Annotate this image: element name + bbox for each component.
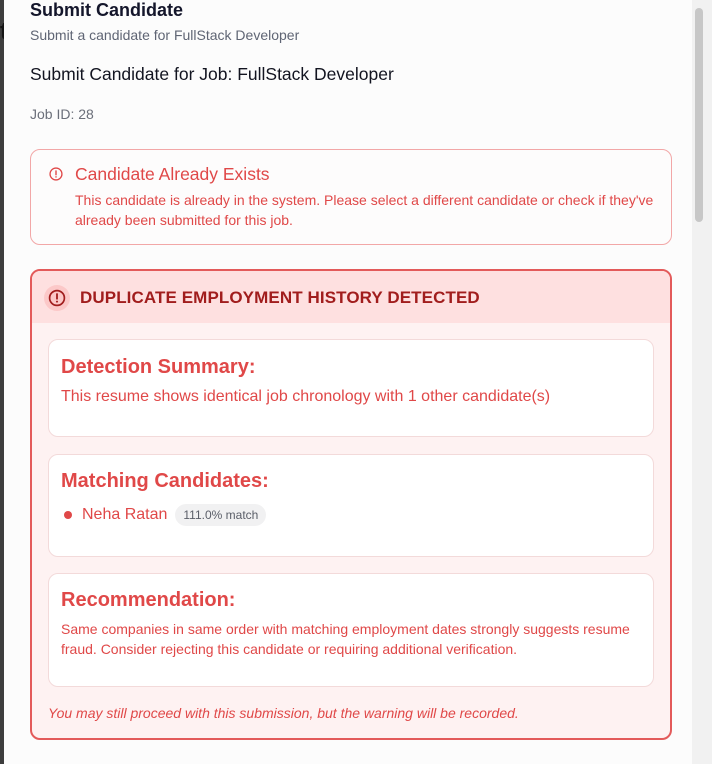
job-heading: Submit Candidate for Job: FullStack Deve…: [30, 64, 394, 84]
recommendation-heading: Recommendation:: [61, 589, 236, 611]
duplicate-history-panel: DUPLICATE EMPLOYMENT HISTORY DETECTED De…: [30, 269, 672, 740]
alert-circle-icon: [49, 167, 63, 181]
alert-title: Candidate Already Exists: [75, 164, 270, 184]
list-item: Neha Ratan 111.0% match: [64, 503, 267, 527]
match-badge: 111.0% match: [175, 504, 267, 526]
dialog-title: Submit Candidate: [30, 0, 184, 20]
alert-circle-icon: [44, 285, 70, 311]
scrollbar-thumb[interactable]: [695, 8, 703, 222]
alert-message: This candidate is already in the system.…: [75, 192, 654, 228]
matching-candidates-heading: Matching Candidates:: [61, 470, 269, 492]
detection-summary-heading: Detection Summary:: [61, 356, 256, 378]
bullet-icon: [64, 511, 72, 519]
duplicate-panel-title: DUPLICATE EMPLOYMENT HISTORY DETECTED: [80, 288, 480, 307]
submit-candidate-dialog: Submit Candidate Submit a candidate for …: [4, 0, 692, 764]
matching-candidates-card: Matching Candidates: Neha Ratan 111.0% m…: [48, 454, 654, 557]
recommendation-text: Same companies in same order with matchi…: [61, 621, 630, 657]
candidate-exists-alert: Candidate Already Exists This candidate …: [30, 149, 672, 245]
detection-summary-text: This resume shows identical job chronolo…: [61, 388, 551, 405]
job-id: Job ID: 28: [30, 106, 94, 122]
dialog-subtitle: Submit a candidate for FullStack Develop…: [30, 27, 300, 43]
recommendation-card: Recommendation: Same companies in same o…: [48, 573, 654, 687]
detection-summary-card: Detection Summary: This resume shows ide…: [48, 339, 654, 437]
candidate-name: Neha Ratan: [82, 506, 168, 523]
warning-footnote: You may still proceed with this submissi…: [48, 705, 519, 721]
duplicate-panel-header: DUPLICATE EMPLOYMENT HISTORY DETECTED: [32, 271, 670, 323]
